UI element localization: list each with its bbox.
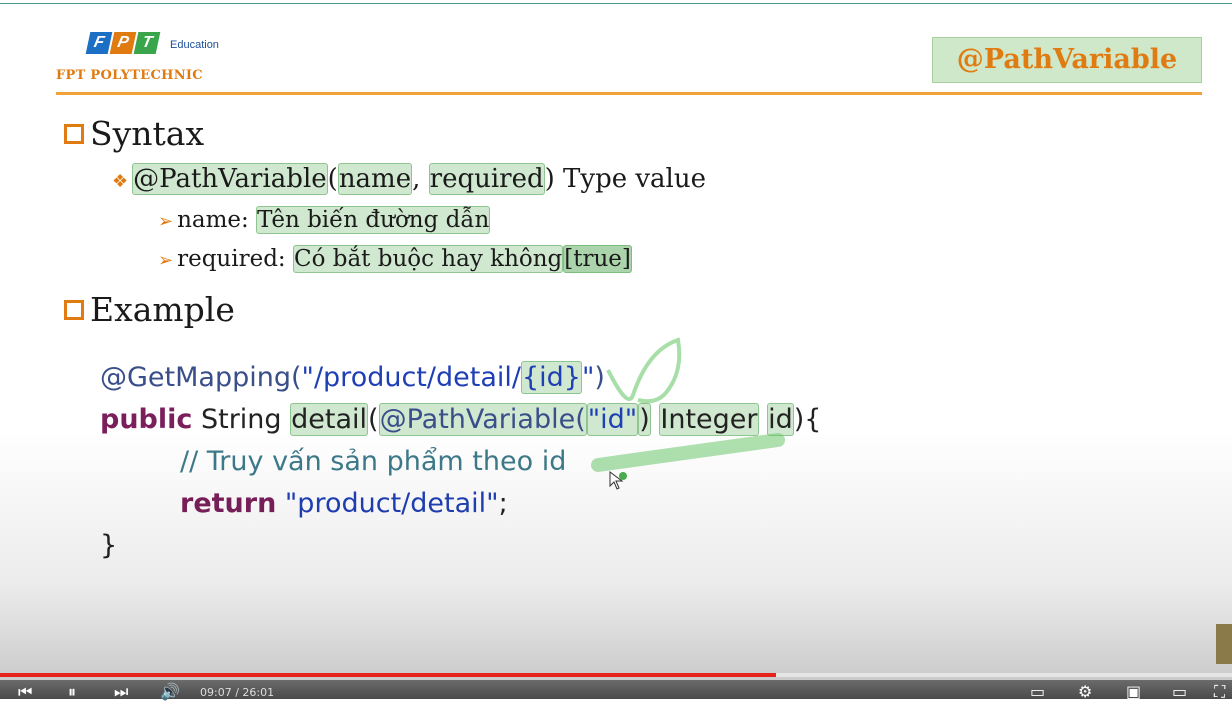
fpt-logo: F P T Education FPT POLYTECHNIC xyxy=(56,30,256,90)
arrow-bullet-icon: ➢ xyxy=(158,250,174,271)
syntax-heading: Syntax xyxy=(64,114,204,153)
code-path-a: "/product/detail/ xyxy=(301,362,521,393)
signature-close: ) Type value xyxy=(544,164,706,194)
logo-education-text: Education xyxy=(170,39,219,51)
mouse-cursor-icon xyxy=(609,471,627,490)
channel-thumbnail[interactable] xyxy=(1216,624,1232,664)
syntax-name-row: ➢ name: Tên biến đường dẫn xyxy=(158,206,491,234)
controls-bar xyxy=(0,680,1232,699)
code-line-5: } xyxy=(100,530,117,561)
code-return: return xyxy=(180,488,277,519)
code-line-1: @GetMapping("/product/detail/{id}") xyxy=(100,361,605,394)
volume-icon[interactable]: 🔊 xyxy=(160,684,180,700)
subtitles-icon[interactable]: ▭ xyxy=(1030,684,1045,700)
fullscreen-icon[interactable]: ⛶ xyxy=(1214,684,1225,700)
time-display: 09:07 / 26:01 xyxy=(200,686,275,699)
code-return-string: "product/detail" xyxy=(284,488,499,519)
logo-letter-p: P xyxy=(109,32,137,54)
pause-icon[interactable]: ⏸ xyxy=(68,684,76,700)
name-description: Tên biến đường dẫn xyxy=(256,206,491,234)
code-paren: ( xyxy=(368,404,379,435)
header-divider xyxy=(56,92,1202,95)
code-line-3: // Truy vấn sản phẩm theo id xyxy=(180,446,566,477)
code-pathvariable: @PathVariable( xyxy=(378,403,587,436)
code-public: public xyxy=(100,404,193,435)
fpt-logo-mark: F P T xyxy=(85,32,161,54)
syntax-required-row: ➢ required: Có bắt buộc hay không[true] xyxy=(158,245,632,273)
checkbox-bullet-icon xyxy=(64,123,84,144)
miniplayer-icon[interactable]: ▣ xyxy=(1126,684,1141,700)
slide-title: @PathVariable xyxy=(932,37,1202,83)
school-name: FPT POLYTECHNIC xyxy=(56,68,203,83)
checkbox-bullet-icon xyxy=(64,299,84,320)
logo-letter-f: F xyxy=(85,32,113,54)
signature-param-required: required xyxy=(428,163,545,195)
logo-letter-t: T xyxy=(133,32,161,54)
syntax-signature: ❖ @PathVariable(name, required) Type valu… xyxy=(112,163,706,195)
signature-comma: , xyxy=(412,164,421,194)
syntax-heading-text: Syntax xyxy=(90,114,205,153)
required-label: required: xyxy=(177,246,286,272)
top-rule xyxy=(0,3,1232,4)
code-path-id: {id} xyxy=(520,361,582,394)
code-closing-brace: } xyxy=(100,530,118,561)
pen-checkmark-annotation xyxy=(591,337,785,472)
signature-annotation: @PathVariable xyxy=(132,163,328,195)
code-method-name: detail xyxy=(290,403,369,436)
required-default: [true] xyxy=(563,245,632,273)
required-description: Có bắt buộc hay không xyxy=(292,245,564,273)
theater-icon[interactable]: ▭ xyxy=(1172,684,1187,700)
progress-fill[interactable] xyxy=(0,673,777,677)
previous-icon[interactable]: ⏮ xyxy=(18,684,32,700)
slide: F P T Education FPT POLYTECHNIC @PathVar… xyxy=(0,0,1232,700)
gear-icon[interactable]: ⚙ xyxy=(1078,684,1092,700)
code-string-type: String xyxy=(192,404,291,435)
example-heading-text: Example xyxy=(90,290,235,329)
code-line-4: return "product/detail"; xyxy=(180,488,508,519)
example-heading: Example xyxy=(64,290,235,329)
code-getmapping: @GetMapping( xyxy=(100,362,302,393)
next-icon[interactable]: ⏭ xyxy=(114,684,128,700)
signature-open: ( xyxy=(327,164,338,194)
code-semicolon: ; xyxy=(498,488,508,519)
video-player-controls: ⏮ ⏸ ⏭ 🔊 09:07 / 26:01 ▭ ⚙ ▣ ▭ ⛶ xyxy=(0,670,1232,700)
signature-param-name: name xyxy=(337,163,413,195)
diamond-bullet-icon: ❖ xyxy=(112,171,129,192)
arrow-bullet-icon: ➢ xyxy=(158,211,174,232)
name-label: name: xyxy=(177,207,249,233)
code-comment: // Truy vấn sản phẩm theo id xyxy=(180,446,567,477)
